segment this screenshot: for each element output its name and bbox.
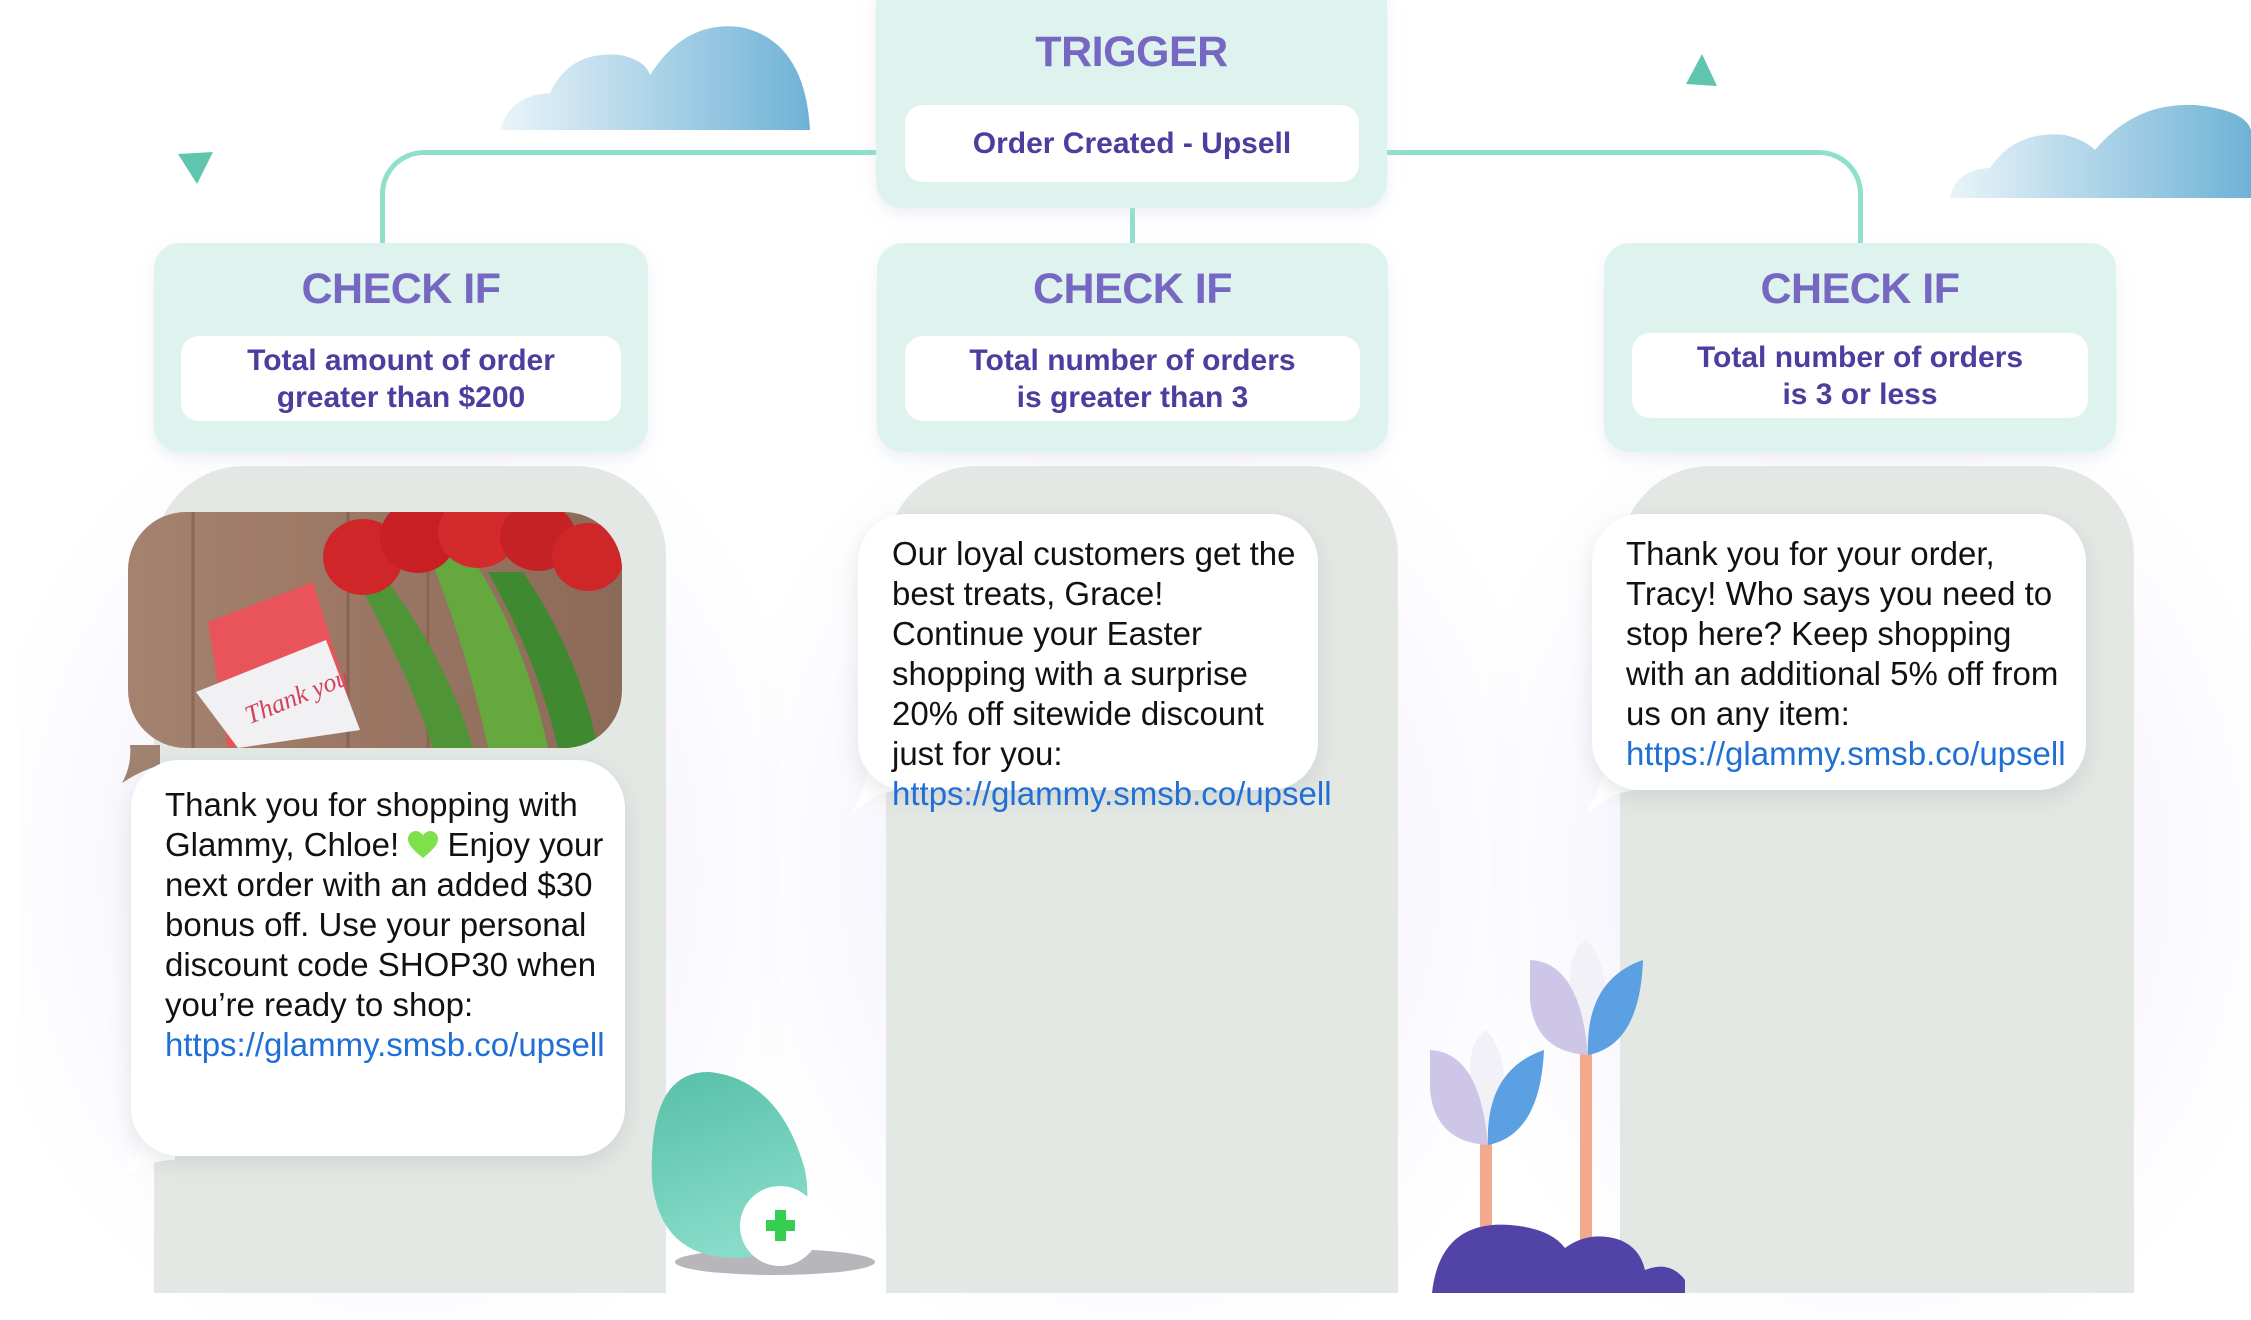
flowers-illustration-icon (1430, 940, 1685, 1293)
triangle-decoration-icon (178, 152, 213, 184)
connector-right (1383, 150, 1863, 246)
easter-egg-icon (651, 1071, 875, 1275)
sms-message-bubble: Thank you for shopping with Glammy, Chlo… (131, 760, 625, 1156)
trigger-value: Order Created - Upsell (905, 105, 1359, 182)
check-title: CHECK IF (301, 265, 501, 313)
check-node-orders-3-or-less[interactable]: CHECK IF Total number of orders is 3 or … (1604, 243, 2116, 452)
message-image: Thank you (128, 512, 622, 748)
trigger-value-text: Order Created - Upsell (972, 127, 1292, 160)
check-title: CHECK IF (1032, 265, 1233, 313)
sms-message-bubble: Our loyal customers get the best treats,… (858, 514, 1332, 812)
condition-line: is 3 or less (1782, 377, 1938, 411)
message-text: Thank you for your order, Tracy! Who say… (1626, 535, 2059, 732)
check-condition: Total number of orders is greater than 3 (905, 336, 1360, 421)
message-link[interactable]: https://glammy.smsb.co/upsell (165, 1026, 605, 1063)
plus-icon (740, 1186, 820, 1266)
message-text: Our loyal customers get the best treats,… (892, 535, 1296, 772)
check-condition: Total amount of order greater than $200 (181, 336, 621, 421)
check-title: CHECK IF (1760, 265, 1960, 313)
condition-line: Total amount of order (247, 343, 555, 377)
triangle-decoration-icon (1686, 54, 1717, 86)
condition-line: Total number of orders (969, 343, 1296, 377)
cloud-icon (1950, 104, 2251, 198)
sms-message-bubble: Thank you for your order, Tracy! Who say… (1592, 514, 2086, 790)
condition-line: Total number of orders (1696, 340, 2024, 374)
green-heart-icon (408, 831, 439, 858)
trigger-node[interactable]: TRIGGER Order Created - Upsell (876, 0, 1387, 208)
check-node-order-amount[interactable]: CHECK IF Total amount of order greater t… (154, 243, 648, 452)
check-condition: Total number of orders is 3 or less (1632, 333, 2088, 418)
connector-center (1130, 206, 1135, 246)
trigger-title: TRIGGER (1035, 28, 1228, 76)
cloud-icon (500, 26, 810, 130)
connector-left (380, 150, 880, 246)
message-link[interactable]: https://glammy.smsb.co/upsell (892, 775, 1332, 812)
condition-line: is greater than 3 (1016, 380, 1249, 414)
check-node-orders-greater-than-3[interactable]: CHECK IF Total number of orders is great… (877, 243, 1388, 452)
condition-line: greater than $200 (276, 380, 526, 414)
message-link[interactable]: https://glammy.smsb.co/upsell (1626, 735, 2066, 772)
